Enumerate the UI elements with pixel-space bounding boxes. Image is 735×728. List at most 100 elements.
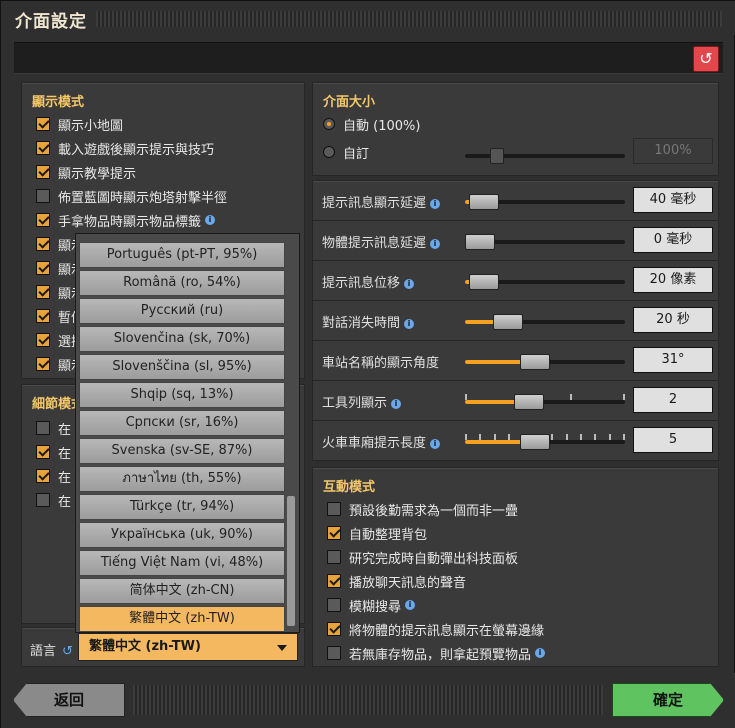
checkbox-checked-icon[interactable]: [36, 165, 50, 179]
ui-scale-custom-radio[interactable]: 自訂: [323, 142, 369, 162]
slider-track[interactable]: [465, 274, 625, 290]
slider-value[interactable]: 2: [633, 387, 713, 413]
checkbox-checked-icon[interactable]: [36, 309, 50, 323]
interaction-option-2[interactable]: 研究完成時自動彈出科技面板: [327, 547, 518, 567]
dropdown-scrollbar[interactable]: [287, 496, 295, 626]
checkbox-checked-icon[interactable]: [327, 526, 341, 540]
checkbox-checked-icon[interactable]: [36, 213, 50, 227]
interaction-option-6[interactable]: 若無庫存物品，則拿起預覽物品 i: [327, 643, 546, 663]
checkbox-checked-icon[interactable]: [327, 574, 341, 588]
language-option[interactable]: Türkçe (tr, 94%): [79, 494, 285, 520]
checkbox-checked-icon[interactable]: [36, 117, 50, 131]
slider-track[interactable]: [465, 234, 625, 250]
checkbox-empty-icon[interactable]: [327, 502, 341, 516]
display-option-2[interactable]: 顯示教學提示: [36, 162, 136, 182]
slider-value[interactable]: 5: [633, 427, 713, 453]
ui-scale-auto-radio[interactable]: 自動 (100%): [323, 114, 420, 134]
language-dropdown-list[interactable]: Português (pt-PT, 95%) Română (ro, 54%) Ру…: [75, 233, 300, 633]
checkbox-empty-icon[interactable]: [327, 550, 341, 564]
ui-scale-slider-knob[interactable]: [490, 148, 504, 164]
slider-knob[interactable]: [465, 234, 495, 250]
display-option-0[interactable]: 顯示小地圖: [36, 114, 123, 134]
slider-track[interactable]: [465, 394, 625, 410]
checkbox-empty-icon[interactable]: [36, 493, 50, 507]
checkbox-checked-icon[interactable]: [36, 333, 50, 347]
language-option[interactable]: Svenska (sv-SE, 87%): [79, 438, 285, 464]
checkbox-checked-icon[interactable]: [36, 141, 50, 155]
slider-track[interactable]: [465, 194, 625, 210]
language-option[interactable]: ภาษาไทย (th, 55%): [79, 466, 285, 492]
checkbox-checked-icon[interactable]: [36, 357, 50, 371]
language-option[interactable]: Slovenčina (sk, 70%): [79, 326, 285, 352]
checkbox-empty-icon[interactable]: [36, 421, 50, 435]
slider-knob[interactable]: [469, 194, 499, 210]
checkbox-checked-icon[interactable]: [327, 622, 341, 636]
info-icon: i: [404, 318, 415, 329]
interaction-option-4[interactable]: 模糊搜尋 i: [327, 595, 416, 615]
info-icon: i: [205, 215, 216, 225]
slider-row: 工具列顯示 i 2: [313, 381, 718, 421]
language-option[interactable]: Tiếng Việt Nam (vi, 48%): [79, 550, 285, 576]
titlebar[interactable]: 介面設定: [1, 1, 735, 35]
checkbox-empty-icon[interactable]: [327, 598, 341, 612]
interaction-option-3[interactable]: 播放聊天訊息的聲音: [327, 571, 466, 591]
language-select[interactable]: 繁體中文 (zh-TW): [78, 633, 298, 661]
slider-track[interactable]: [465, 354, 625, 370]
slider-value[interactable]: 20 像素: [633, 267, 713, 293]
slider-value[interactable]: 31°: [633, 347, 713, 373]
slider-tick: [570, 394, 573, 400]
confirm-button[interactable]: 確定: [612, 683, 724, 717]
slider-track[interactable]: [465, 314, 625, 330]
slider-tick: [565, 434, 568, 440]
checkbox-checked-icon[interactable]: [36, 285, 50, 299]
sliders-panel: 提示訊息顯示延遲 i 40 毫秒 物體提示訊息延遲 i 0 毫秒 提示訊息位移 i 20 像素對…: [312, 180, 719, 461]
checkbox-checked-icon[interactable]: [36, 445, 50, 459]
slider-knob[interactable]: [513, 394, 544, 410]
slider-knob[interactable]: [493, 314, 523, 330]
ui-scale-value[interactable]: 100%: [633, 138, 713, 164]
slider-tick: [594, 434, 597, 440]
language-option[interactable]: Српски (sr, 16%): [79, 410, 285, 436]
slider-row: 提示訊息顯示延遲 i 40 毫秒: [313, 181, 718, 221]
settings-window: 介面設定 ↺ 顯示模式 顯示小地圖 載入遊戲後顯示提示與技巧 顯示教學提示 佈置藍圖時…: [0, 0, 735, 728]
display-option-4[interactable]: 手拿物品時顯示物品標籤 i: [36, 210, 216, 230]
interaction-option-0[interactable]: 預設後勤需求為一個而非一疊: [327, 499, 518, 519]
language-option[interactable]: 简体中文 (zh-CN): [79, 578, 285, 604]
slider-value[interactable]: 0 毫秒: [633, 227, 713, 253]
slider-knob[interactable]: [469, 274, 499, 290]
checkbox-checked-icon[interactable]: [36, 469, 50, 483]
language-option[interactable]: Shqip (sq, 13%): [79, 382, 285, 408]
slider-tick: [551, 434, 554, 440]
footer-drag-grip[interactable]: [133, 685, 603, 715]
slider-label-text: 車站名稱的顯示角度: [322, 356, 440, 371]
slider-label-text: 物體提示訊息延遲: [322, 236, 427, 251]
language-option[interactable]: Slovenščina (sl, 95%): [79, 354, 285, 380]
back-button[interactable]: 返回: [13, 683, 125, 717]
info-icon: i: [430, 238, 441, 249]
reset-button[interactable]: ↺: [693, 46, 719, 72]
checkbox-empty-icon[interactable]: [327, 646, 341, 660]
slider-knob[interactable]: [520, 354, 551, 370]
title-drag-grip[interactable]: [96, 11, 722, 27]
language-option[interactable]: Русский (ru): [79, 298, 285, 324]
slider-value[interactable]: 20 秒: [633, 307, 713, 333]
language-option[interactable]: 繁體中文 (zh-TW): [79, 606, 285, 632]
checkbox-checked-icon[interactable]: [36, 261, 50, 275]
slider-value[interactable]: 40 毫秒: [633, 187, 713, 213]
slider-track[interactable]: [465, 434, 625, 450]
slider-label-text: 提示訊息顯示延遲: [322, 196, 427, 211]
checkbox-checked-icon[interactable]: [36, 237, 50, 251]
display-option-1[interactable]: 載入遊戲後顯示提示與技巧: [36, 138, 214, 158]
interaction-option-5[interactable]: 將物體的提示訊息顯示在螢幕邊緣: [327, 619, 544, 639]
slider-knob[interactable]: [520, 434, 551, 450]
interaction-option-1[interactable]: 自動整理背包: [327, 523, 427, 543]
language-option[interactable]: Română (ro, 54%): [79, 270, 285, 296]
slider-tick: [623, 394, 625, 400]
ui-scale-slider[interactable]: [465, 148, 625, 164]
language-option[interactable]: Українська (uk, 90%): [79, 522, 285, 548]
display-option-3[interactable]: 佈置藍圖時顯示炮塔射擊半徑: [36, 186, 227, 206]
info-icon: i: [391, 398, 402, 409]
language-option[interactable]: Português (pt-PT, 95%): [79, 242, 285, 268]
checkbox-empty-icon[interactable]: [36, 189, 50, 203]
checkbox-label: 自動整理背包: [349, 527, 428, 543]
